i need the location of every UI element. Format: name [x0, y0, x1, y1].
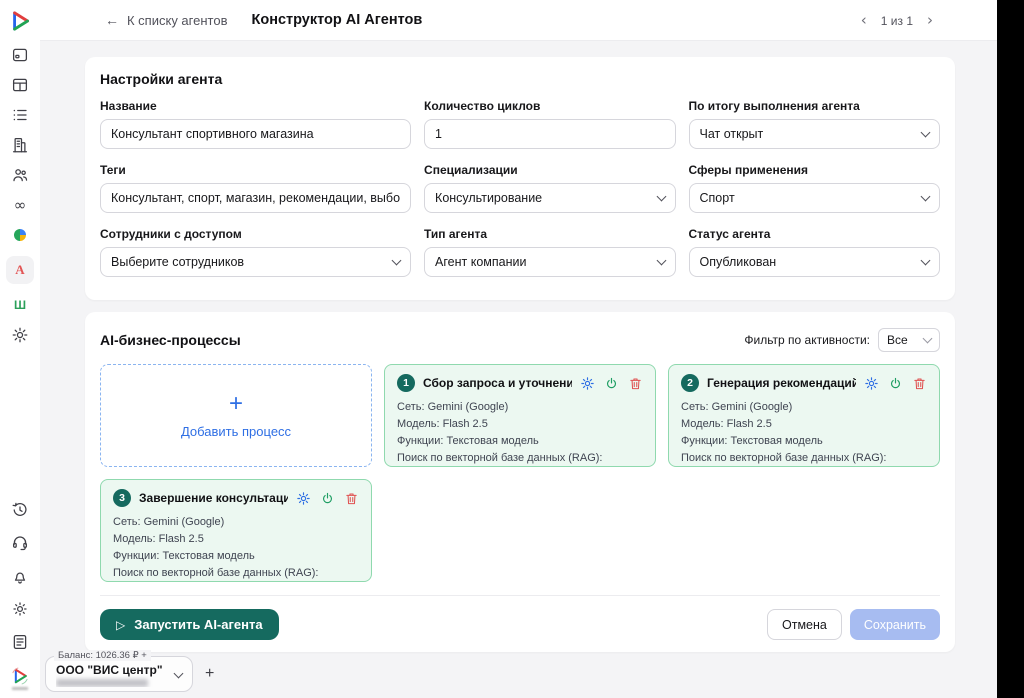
prev-page-icon[interactable]: ‹ [861, 13, 867, 28]
settings-form: Название Консультант спортивного магазин… [100, 99, 940, 277]
support-headset-icon[interactable] [11, 534, 29, 552]
content-area: Настройки агента Название Консультант сп… [40, 41, 997, 698]
history-clock-icon[interactable] [11, 501, 29, 519]
field-specializations: Специализации Консультирование [424, 163, 675, 213]
field-on-finish: По итогу выполнения агента Чат открыт [689, 99, 940, 149]
agent-status-select[interactable]: Опубликован [689, 247, 940, 277]
field-spheres: Сферы применения Спорт [689, 163, 940, 213]
chevron-down-icon [174, 669, 184, 679]
kanban-board-icon[interactable] [11, 76, 29, 94]
sidebar: ∞ A Ш [0, 0, 40, 698]
agent-settings-panel: Настройки агента Название Консультант сп… [85, 57, 955, 300]
add-company-button[interactable]: + [205, 666, 214, 682]
balance-widget: Баланс: 1026.36 ₽ + ООО "ВИС центр" + [45, 656, 214, 692]
process-grid: + Добавить процесс 1 Сбор запроса и уточ… [100, 364, 940, 582]
add-process-button[interactable]: + Добавить процесс [100, 364, 372, 467]
gear-icon[interactable] [864, 376, 879, 391]
trash-icon[interactable] [344, 491, 359, 506]
field-cycles: Количество циклов 1 [424, 99, 675, 149]
footer-divider [100, 595, 940, 596]
chevron-down-icon [656, 255, 666, 265]
cancel-button[interactable]: Отмена [767, 609, 842, 640]
chevron-down-icon [921, 255, 931, 265]
page-indicator: 1 из 1 [881, 14, 913, 28]
integrations-infinity-icon[interactable]: ∞ [11, 196, 29, 214]
ai-processes-panel: AI-бизнес-процессы Фильтр по активности:… [85, 312, 955, 652]
play-icon: ▷ [116, 619, 125, 631]
theme-brightness-icon[interactable] [11, 600, 29, 618]
back-label: К списку агентов [127, 13, 227, 28]
save-button[interactable]: Сохранить [850, 609, 940, 640]
app-logo-icon[interactable] [7, 8, 33, 34]
agent-type-select[interactable]: Агент компании [424, 247, 675, 277]
field-agent-type: Тип агента Агент компании [424, 227, 675, 277]
field-agent-status: Статус агента Опубликован [689, 227, 940, 277]
plus-icon: + [229, 392, 243, 416]
chevron-down-icon [392, 255, 402, 265]
company-name: ООО "ВИС центр" [56, 663, 167, 677]
notifications-bell-icon[interactable] [11, 567, 29, 585]
trash-icon[interactable] [628, 376, 643, 391]
field-name: Название Консультант спортивного магазин… [100, 99, 411, 149]
spheres-select[interactable]: Спорт [689, 183, 940, 213]
news-document-icon[interactable] [11, 633, 29, 651]
field-employees: Сотрудники с доступом Выберите сотрудник… [100, 227, 411, 277]
specializations-select[interactable]: Консультирование [424, 183, 675, 213]
analytics-pie-icon[interactable] [11, 226, 29, 244]
processes-title: AI-бизнес-процессы [100, 332, 241, 348]
right-black-strip [997, 0, 1024, 698]
gear-icon[interactable] [580, 376, 595, 391]
activity-filter: Фильтр по активности: Все [744, 328, 940, 352]
tags-input[interactable]: Консультант, спорт, магазин, рекомендаци… [100, 183, 411, 213]
next-page-icon[interactable]: › [927, 13, 933, 28]
power-icon[interactable] [604, 376, 619, 391]
activity-filter-select[interactable]: Все [878, 328, 940, 352]
step-number-badge: 3 [113, 489, 131, 507]
power-icon[interactable] [320, 491, 335, 506]
field-tags: Теги Консультант, спорт, магазин, рекоме… [100, 163, 411, 213]
chat-square-icon[interactable] [11, 46, 29, 64]
settings-title: Настройки агента [100, 71, 940, 87]
power-icon[interactable] [888, 376, 903, 391]
pagination: ‹ 1 из 1 › [861, 0, 933, 41]
company-building-icon[interactable] [11, 136, 29, 154]
step-number-badge: 2 [681, 374, 699, 392]
task-list-icon[interactable] [11, 106, 29, 124]
back-arrow-icon: ← [105, 12, 119, 28]
back-to-agents-link[interactable]: ← К списку агентов [105, 12, 227, 28]
trash-icon[interactable] [912, 376, 927, 391]
cycles-input[interactable]: 1 [424, 119, 675, 149]
page-title: Конструктор AI Агентов [251, 12, 422, 28]
gear-icon[interactable] [296, 491, 311, 506]
step-number-badge: 1 [397, 374, 415, 392]
top-header: ← К списку агентов Конструктор AI Агенто… [40, 0, 997, 41]
filter-label: Фильтр по активности: [744, 333, 870, 347]
process-card-3[interactable]: 3 Завершение консультации Сеть: Gemini (… [100, 479, 372, 582]
chevron-down-icon [921, 191, 931, 201]
name-input[interactable]: Консультант спортивного магазина [100, 119, 411, 149]
company-select[interactable]: Баланс: 1026.36 ₽ + ООО "ВИС центр" [45, 656, 193, 692]
blurred-subtext [56, 679, 148, 687]
balance-label: Баланс: 1026.36 ₽ + [54, 650, 151, 661]
chevron-down-icon [923, 334, 933, 344]
settings-gear-icon[interactable] [11, 326, 29, 344]
process-card-2[interactable]: 2 Генерация рекомендаций Сеть: Gemini (G… [668, 364, 940, 467]
ai-agents-icon[interactable]: A [6, 256, 34, 284]
employees-select[interactable]: Выберите сотрудников [100, 247, 411, 277]
on-finish-select[interactable]: Чат открыт [689, 119, 940, 149]
process-card-1[interactable]: 1 Сбор запроса и уточнение Сеть: Gemini … [384, 364, 656, 467]
team-users-icon[interactable] [11, 166, 29, 184]
chevron-down-icon [921, 127, 931, 137]
logo-badge-icon[interactable] [10, 666, 30, 690]
chevron-down-icon [656, 191, 666, 201]
run-agent-button[interactable]: ▷ Запустить AI-агента [100, 609, 279, 640]
school-icon[interactable]: Ш [11, 296, 29, 314]
